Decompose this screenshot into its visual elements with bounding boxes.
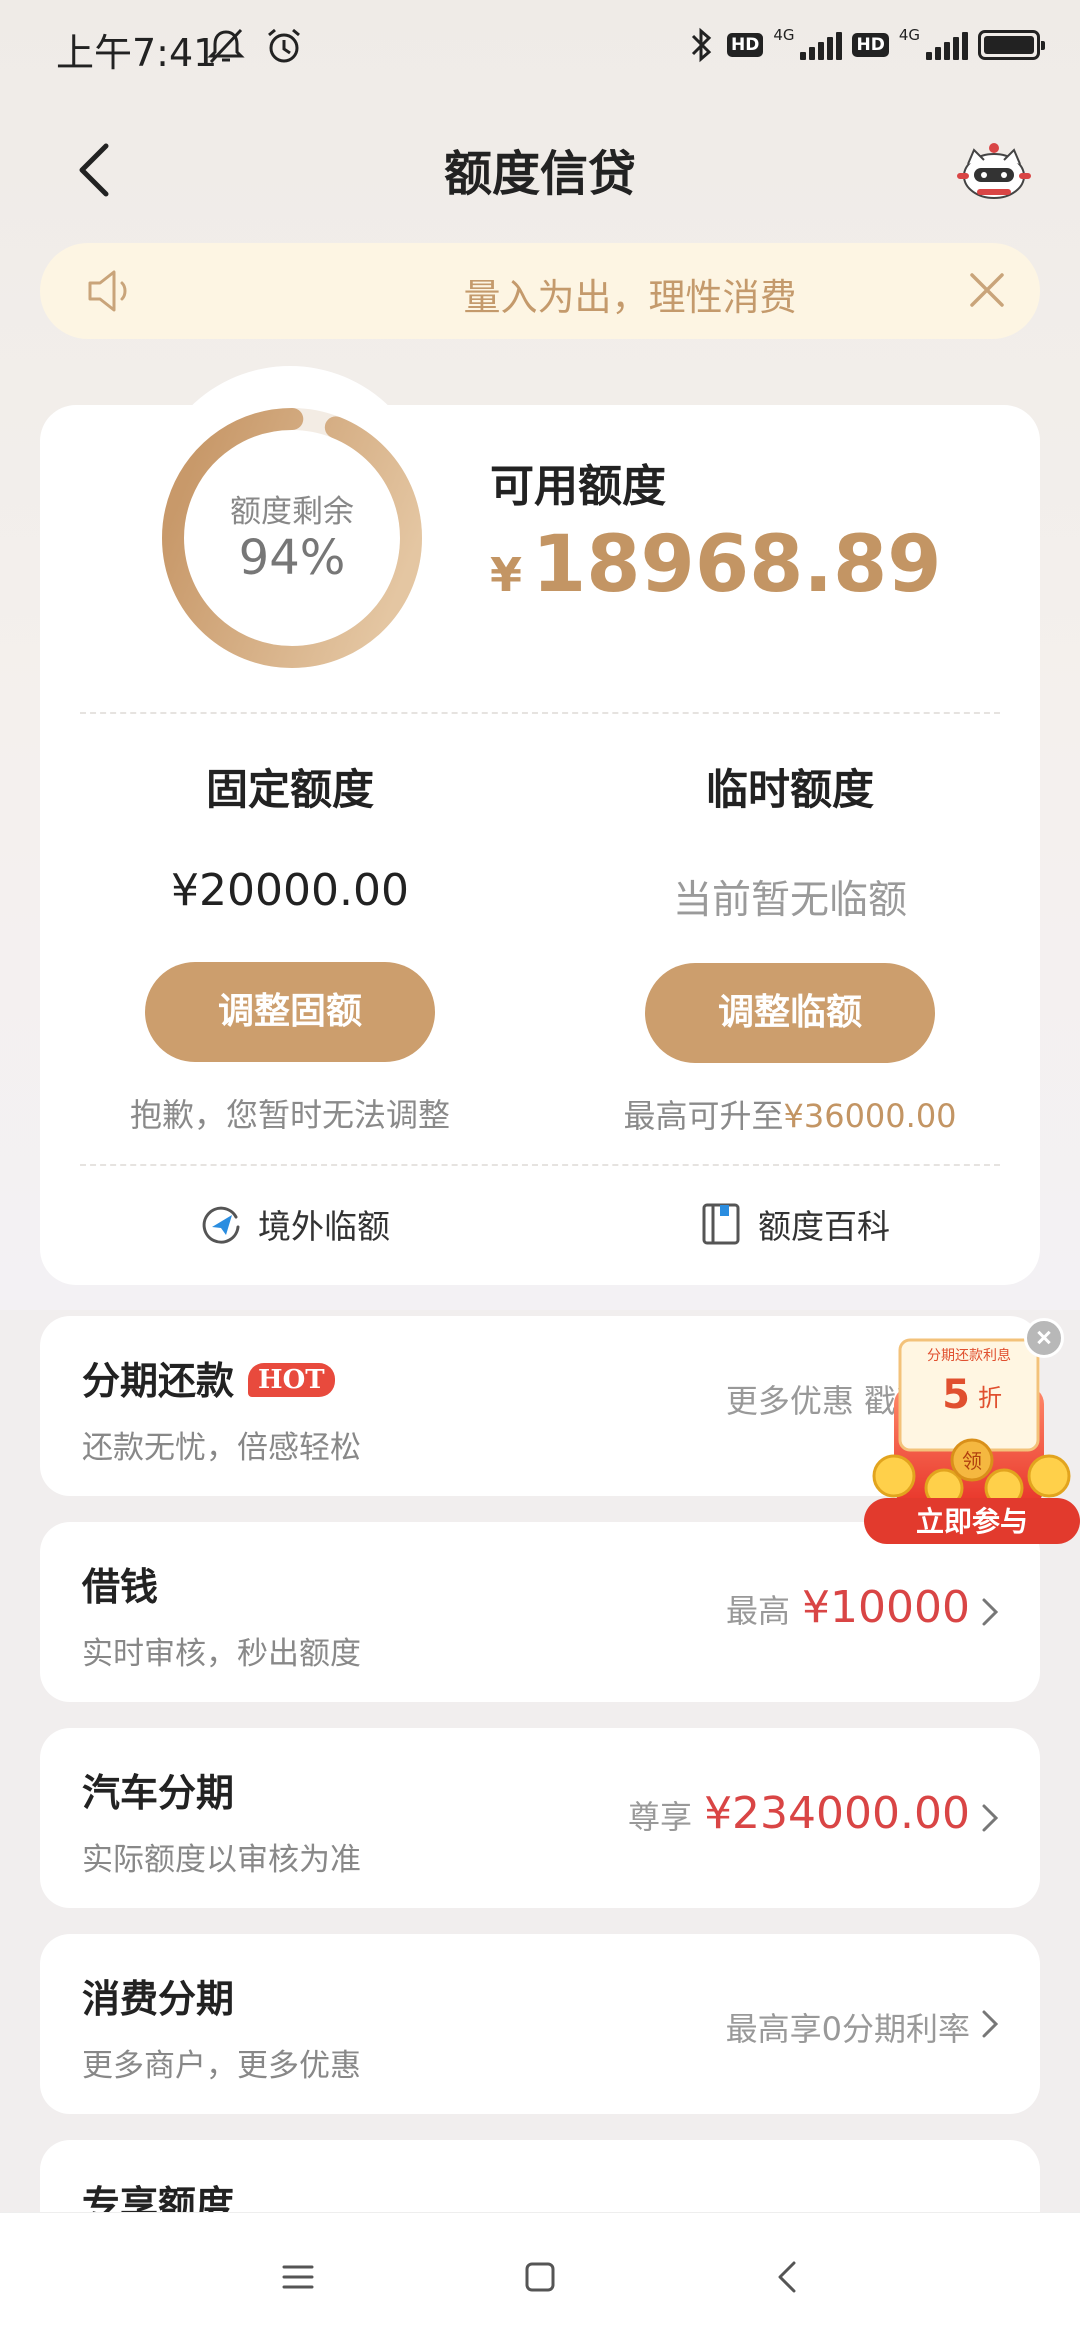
ring-label: 额度剩余 bbox=[230, 494, 354, 530]
bluetooth-icon bbox=[691, 27, 712, 63]
fixed-credit-amount: ¥20000.00 bbox=[171, 865, 409, 916]
page-title: 额度信贷 bbox=[443, 146, 636, 202]
chevron-right-icon bbox=[982, 2010, 999, 2038]
signal-icon bbox=[800, 30, 843, 60]
overseas-credit-link[interactable]: 境外临额 bbox=[198, 1200, 390, 1248]
temporary-credit-note: 最高可升至¥36000.00 bbox=[580, 1091, 1000, 1137]
notice-banner: 量入为出，理性消费 bbox=[40, 243, 1040, 339]
auto-installment-card[interactable]: 汽车分期 实际额度以审核为准 尊享 ¥234000.00 bbox=[40, 1728, 1040, 1908]
divider-2 bbox=[80, 1164, 1000, 1166]
home-icon[interactable] bbox=[518, 2255, 562, 2299]
network-type: 4G bbox=[773, 26, 795, 44]
status-right-icons: HD 4G HD 4G bbox=[687, 26, 1045, 64]
card-subtitle: 还款无忧，倍感轻松 bbox=[82, 1430, 361, 1466]
overseas-icon bbox=[202, 1206, 240, 1244]
card-right: 尊享 ¥234000.00 bbox=[628, 1788, 970, 1839]
temporary-credit-status: 当前暂无临额 bbox=[672, 878, 907, 923]
card-title: 分期还款 HOT bbox=[82, 1350, 335, 1405]
credit-encyclopedia-link[interactable]: 额度百科 bbox=[698, 1200, 890, 1248]
card-title: 消费分期 bbox=[82, 1977, 235, 2021]
available-credit-label: 可用额度 bbox=[490, 461, 666, 512]
fixed-credit-note: 抱歉，您暂时无法调整 bbox=[129, 1096, 450, 1134]
status-bar: 上午7:41 HD 4G HD 4G bbox=[0, 0, 1080, 96]
card-title: 汽车分期 bbox=[82, 1771, 235, 1815]
book-icon bbox=[702, 1203, 740, 1245]
fixed-credit-title: 固定额度 bbox=[205, 765, 374, 814]
temporary-credit-title: 临时额度 bbox=[705, 765, 874, 814]
chevron-right-icon bbox=[982, 1598, 999, 1626]
consumer-installment-card[interactable]: 消费分期 更多商户，更多优惠 最高享0分期利率 bbox=[40, 1934, 1040, 2114]
promo-discount-unit: 折 bbox=[978, 1384, 1002, 1412]
temporary-credit-section: 临时额度 当前暂无临额 调整临额 最高可升至¥36000.00 bbox=[580, 756, 1000, 1137]
promo-discount-number: 5 bbox=[942, 1372, 970, 1418]
promo-close-button[interactable] bbox=[1024, 1318, 1064, 1358]
credit-encyclopedia-label: 额度百科 bbox=[758, 1207, 890, 1246]
network-type-2: 4G bbox=[898, 26, 920, 44]
menu-icon[interactable] bbox=[276, 2255, 320, 2299]
promo-top-text: 分期还款利息 bbox=[927, 1347, 1011, 1364]
right-amount: ¥10000 bbox=[802, 1582, 970, 1633]
note-amount: ¥36000.00 bbox=[783, 1097, 957, 1135]
card-subtitle: 更多商户，更多优惠 bbox=[82, 2048, 361, 2084]
right-prefix: 最高 bbox=[726, 1592, 791, 1630]
right-amount: ¥234000.00 bbox=[704, 1788, 970, 1839]
available-credit-amount: ¥18968.89 bbox=[490, 520, 942, 610]
adjust-temporary-button[interactable]: 调整临额 bbox=[645, 963, 935, 1063]
available-amount-value: 18968.89 bbox=[532, 520, 942, 610]
promo-coin-text: 领 bbox=[962, 1449, 982, 1473]
card-title: 借钱 bbox=[82, 1565, 159, 1609]
card-right-text: 最高享0分期利率 bbox=[725, 2010, 970, 2048]
close-icon[interactable] bbox=[964, 267, 1010, 313]
status-left-icons bbox=[206, 26, 304, 66]
adjust-fixed-button[interactable]: 调整固额 bbox=[145, 962, 435, 1062]
card-subtitle: 实际额度以审核为准 bbox=[82, 1842, 361, 1878]
overseas-credit-label: 境外临额 bbox=[258, 1207, 390, 1246]
divider bbox=[80, 712, 1000, 714]
alarm-icon bbox=[268, 28, 300, 63]
notice-text: 量入为出，理性消费 bbox=[463, 276, 797, 319]
chevron-right-icon bbox=[982, 1804, 999, 1832]
fixed-credit-section: 固定额度 ¥20000.00 调整固额 抱歉，您暂时无法调整 bbox=[80, 756, 500, 1136]
signal-icon-2 bbox=[926, 30, 968, 60]
note-prefix: 最高可升至 bbox=[623, 1097, 784, 1135]
currency-symbol: ¥ bbox=[490, 548, 523, 602]
mute-icon bbox=[207, 28, 245, 64]
hd-badge: HD bbox=[726, 33, 764, 57]
card-subtitle: 实时审核，秒出额度 bbox=[82, 1636, 361, 1672]
back-nav-icon[interactable] bbox=[766, 2255, 810, 2299]
promo-float[interactable]: 分期还款利息 5 折 领 立即参与 bbox=[864, 1326, 1080, 1566]
header: 额度信贷 bbox=[0, 110, 1080, 230]
card-title-text: 分期还款 bbox=[82, 1359, 235, 1403]
right-prefix: 尊享 bbox=[628, 1798, 693, 1836]
status-time: 上午7:41 bbox=[56, 31, 218, 75]
card-right: 最高 ¥10000 bbox=[726, 1582, 970, 1633]
service-mascot-icon[interactable] bbox=[952, 128, 1036, 212]
promo-cta: 立即参与 bbox=[916, 1505, 1028, 1538]
ring-value: 94% bbox=[238, 530, 346, 586]
hot-badge: HOT bbox=[248, 1363, 335, 1397]
hd-badge-2: HD bbox=[852, 33, 889, 57]
system-nav-bar bbox=[0, 2212, 1080, 2340]
battery-icon bbox=[978, 30, 1045, 60]
